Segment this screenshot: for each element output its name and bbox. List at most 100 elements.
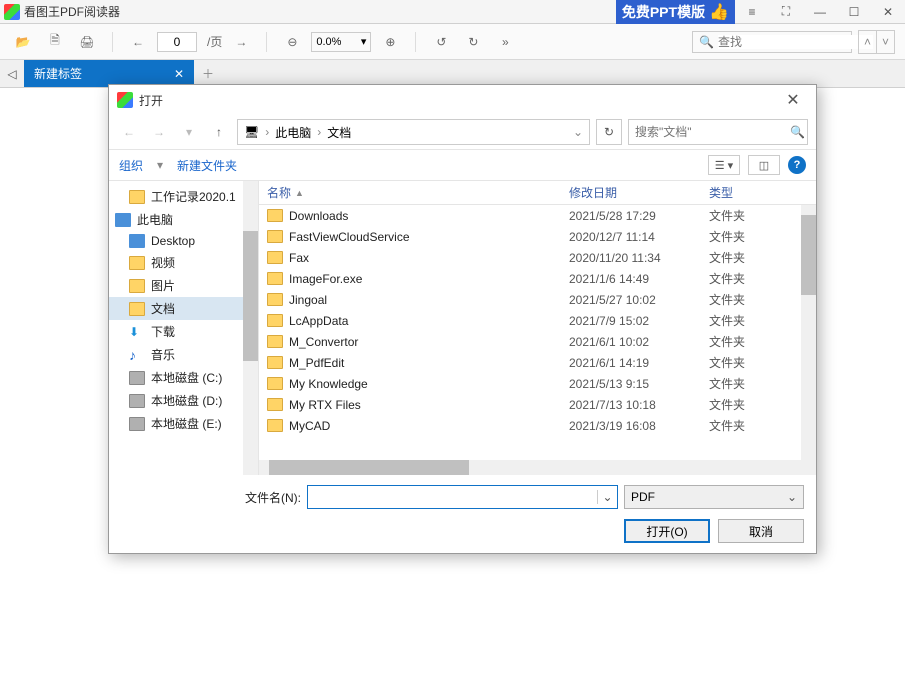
zoom-out-icon[interactable]: ⊖ bbox=[279, 29, 305, 55]
tab-active[interactable]: 新建标签 ✕ bbox=[24, 60, 194, 87]
new-folder-button[interactable]: 新建文件夹 bbox=[177, 157, 237, 174]
fullscreen-icon[interactable]: ⛶ bbox=[769, 0, 803, 24]
file-row[interactable]: MyCAD2021/3/19 16:08文件夹 bbox=[259, 415, 816, 436]
save-icon[interactable]: 🗎 bbox=[42, 29, 68, 55]
tree-item[interactable]: ⬇下载 bbox=[109, 320, 258, 343]
search-box[interactable]: 🔍 bbox=[692, 31, 852, 53]
more-tools-icon[interactable]: » bbox=[492, 29, 518, 55]
dialog-close-icon[interactable]: ✕ bbox=[778, 90, 808, 110]
preview-pane-button[interactable]: ◫ bbox=[748, 155, 780, 175]
tree-item-label: 下载 bbox=[151, 323, 175, 340]
search-input[interactable] bbox=[718, 35, 873, 49]
breadcrumb-item[interactable]: 此电脑 bbox=[275, 124, 311, 141]
tree-item[interactable]: 视频 bbox=[109, 251, 258, 274]
thumb-icon: 👍 bbox=[709, 2, 729, 22]
file-row[interactable]: LcAppData2021/7/9 15:02文件夹 bbox=[259, 310, 816, 331]
nav-up-icon[interactable]: ↑ bbox=[207, 120, 231, 144]
zoom-in-icon[interactable]: ⊕ bbox=[377, 29, 403, 55]
filename-dropdown-icon[interactable]: ⌄ bbox=[597, 490, 617, 504]
cancel-button[interactable]: 取消 bbox=[718, 519, 804, 543]
column-name[interactable]: 名称▲ bbox=[259, 184, 561, 201]
help-icon[interactable]: ? bbox=[788, 156, 806, 174]
tree-item-label: 视频 bbox=[151, 254, 175, 271]
search-prev-icon[interactable]: ˄ bbox=[858, 31, 876, 53]
filename-input-wrap: ⌄ bbox=[307, 485, 618, 509]
file-name: Jingoal bbox=[289, 293, 327, 307]
menu-icon[interactable]: ≡ bbox=[735, 0, 769, 24]
refresh-icon[interactable]: ↻ bbox=[596, 119, 622, 145]
file-row[interactable]: ImageFor.exe2021/1/6 14:49文件夹 bbox=[259, 268, 816, 289]
tree-item[interactable]: 图片 bbox=[109, 274, 258, 297]
page-input[interactable] bbox=[157, 32, 197, 52]
file-type: 文件夹 bbox=[701, 417, 801, 434]
close-icon[interactable]: ✕ bbox=[871, 0, 905, 24]
open-file-icon[interactable]: 📂 bbox=[10, 29, 36, 55]
ppt-banner[interactable]: 免费PPT模版 👍 bbox=[616, 0, 735, 24]
file-name: My Knowledge bbox=[289, 377, 368, 391]
tree-item[interactable]: 此电脑 bbox=[109, 208, 258, 231]
tree-item[interactable]: 本地磁盘 (C:) bbox=[109, 366, 258, 389]
filename-input[interactable] bbox=[308, 490, 597, 504]
nav-back-icon[interactable]: ← bbox=[117, 120, 141, 144]
search-next-icon[interactable]: ˅ bbox=[876, 31, 894, 53]
nav-forward-icon[interactable]: → bbox=[147, 120, 171, 144]
view-mode-button[interactable]: ☰ ▾ bbox=[708, 155, 740, 175]
breadcrumb[interactable]: 🖥 › 此电脑 › 文档 ⌄ bbox=[237, 119, 590, 145]
file-row[interactable]: M_Convertor2021/6/1 10:02文件夹 bbox=[259, 331, 816, 352]
print-icon[interactable]: 🖨 bbox=[74, 29, 100, 55]
fold-icon bbox=[129, 279, 145, 293]
file-row[interactable]: Downloads2021/5/28 17:29文件夹 bbox=[259, 205, 816, 226]
fold-icon bbox=[129, 190, 145, 204]
prev-page-icon[interactable]: ← bbox=[125, 29, 151, 55]
breadcrumb-item[interactable]: 文档 bbox=[327, 124, 351, 141]
tree-item[interactable]: 工作记录2020.1 bbox=[109, 185, 258, 208]
file-row[interactable]: FastViewCloudService2020/12/7 11:14文件夹 bbox=[259, 226, 816, 247]
tree-item-selected[interactable]: 文档 bbox=[109, 297, 258, 320]
file-row[interactable]: My RTX Files2021/7/13 10:18文件夹 bbox=[259, 394, 816, 415]
file-date: 2021/5/28 17:29 bbox=[561, 209, 701, 223]
file-row[interactable]: M_PdfEdit2021/6/1 14:19文件夹 bbox=[259, 352, 816, 373]
dialog-search-box[interactable]: 🔍 bbox=[628, 119, 808, 145]
file-date: 2021/7/9 15:02 bbox=[561, 314, 701, 328]
tab-close-icon[interactable]: ✕ bbox=[174, 67, 184, 81]
file-name: Fax bbox=[289, 251, 309, 265]
dialog-nav: ← → ▾ ↑ 🖥 › 此电脑 › 文档 ⌄ ↻ 🔍 bbox=[109, 115, 816, 149]
rotate-right-icon[interactable]: ↻ bbox=[460, 29, 486, 55]
tree-item[interactable]: 本地磁盘 (E:) bbox=[109, 412, 258, 435]
next-page-icon[interactable]: → bbox=[228, 29, 254, 55]
app-logo bbox=[4, 4, 20, 20]
tree-scrollbar[interactable] bbox=[243, 181, 258, 475]
new-tab-button[interactable]: ＋ bbox=[194, 60, 222, 87]
tree-item[interactable]: Desktop bbox=[109, 231, 258, 251]
file-row[interactable]: My Knowledge2021/5/13 9:15文件夹 bbox=[259, 373, 816, 394]
titlebar: 看图王PDF阅读器 免费PPT模版 👍 ≡ ⛶ — ☐ ✕ bbox=[0, 0, 905, 24]
file-name: M_PdfEdit bbox=[289, 356, 344, 370]
maximize-icon[interactable]: ☐ bbox=[837, 0, 871, 24]
rotate-left-icon[interactable]: ↺ bbox=[428, 29, 454, 55]
column-type[interactable]: 类型 bbox=[701, 184, 801, 201]
tree-item-label: 本地磁盘 (E:) bbox=[151, 415, 222, 432]
tree-item[interactable]: 本地磁盘 (D:) bbox=[109, 389, 258, 412]
file-date: 2021/6/1 14:19 bbox=[561, 356, 701, 370]
file-type: 文件夹 bbox=[701, 375, 801, 392]
open-button[interactable]: 打开(O) bbox=[624, 519, 710, 543]
dialog-footer: 文件名(N): ⌄ PDF⌄ 打开(O) 取消 bbox=[109, 475, 816, 553]
minimize-icon[interactable]: — bbox=[803, 0, 837, 24]
filelist-hscrollbar[interactable] bbox=[259, 460, 801, 475]
dialog-title: 打开 bbox=[139, 92, 163, 109]
filetype-select[interactable]: PDF⌄ bbox=[624, 485, 804, 509]
zoom-select[interactable]: 0.0%▾ bbox=[311, 32, 371, 52]
main-toolbar: 📂 🗎 🖨 ← /页 → ⊖ 0.0%▾ ⊕ ↺ ↻ » 🔍 ˄ ˅ bbox=[0, 24, 905, 60]
column-date[interactable]: 修改日期 bbox=[561, 184, 701, 201]
file-row[interactable]: Jingoal2021/5/27 10:02文件夹 bbox=[259, 289, 816, 310]
filelist-vscrollbar[interactable] bbox=[801, 205, 816, 460]
breadcrumb-dropdown-icon[interactable]: ⌄ bbox=[573, 125, 583, 139]
tree-item[interactable]: ♪音乐 bbox=[109, 343, 258, 366]
file-row[interactable]: Fax2020/11/20 11:34文件夹 bbox=[259, 247, 816, 268]
tab-back-icon[interactable]: ◁ bbox=[0, 60, 24, 87]
organize-button[interactable]: 组织 bbox=[119, 157, 143, 174]
dialog-search-input[interactable] bbox=[635, 125, 790, 139]
file-name: Downloads bbox=[289, 209, 348, 223]
nav-recent-icon[interactable]: ▾ bbox=[177, 120, 201, 144]
drv-icon bbox=[129, 394, 145, 408]
